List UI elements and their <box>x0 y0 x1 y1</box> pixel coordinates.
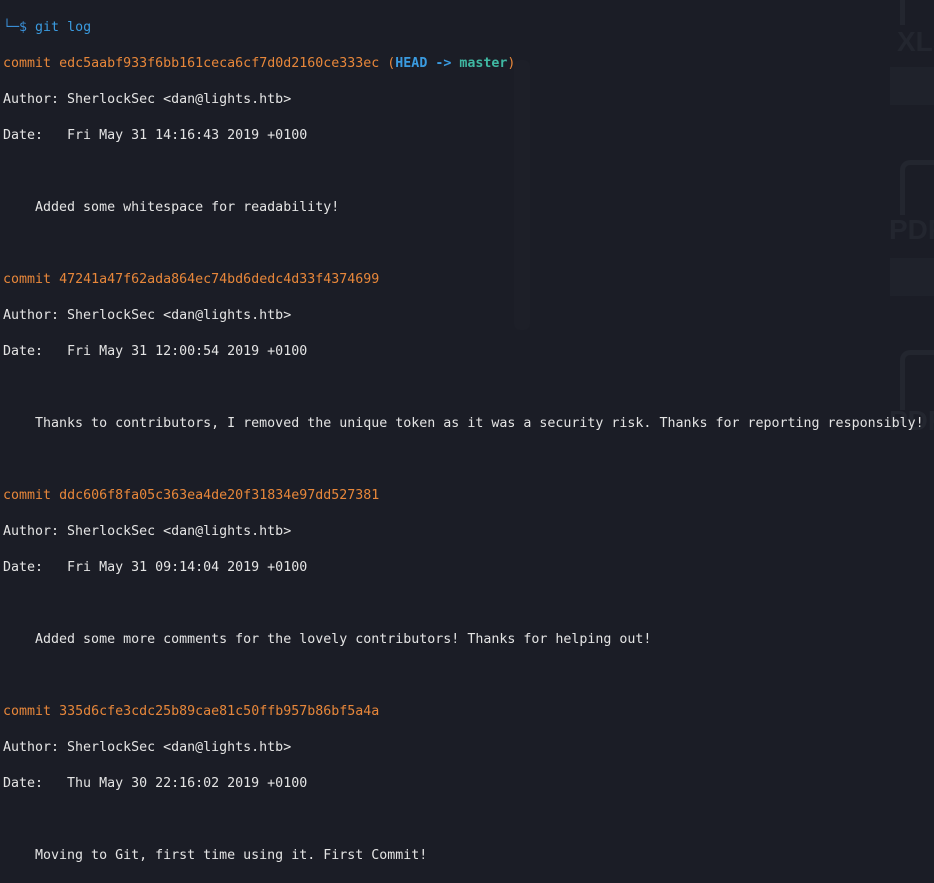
command: git log <box>35 20 92 35</box>
commit-hash: edc5aabf933f6bb161ceca6cf7d0d2160ce333ec <box>59 56 380 71</box>
commit-hash: 335d6cfe3cdc25b89cae81c50ffb957b86bf5a4a <box>59 704 380 719</box>
commit-hash: ddc606f8fa05c363ea4de20f31834e97dd527381 <box>59 488 380 503</box>
commit-line: commit 47241a47f62ada864ec74bd6dedc4d33f… <box>3 271 924 289</box>
commit-message: Thanks to contributors, I removed the un… <box>3 416 924 431</box>
date-line: Date: Fri May 31 09:14:04 2019 +0100 <box>3 560 308 575</box>
author-line: Author: SherlockSec <dan@lights.htb> <box>3 308 292 323</box>
author-line: Author: SherlockSec <dan@lights.htb> <box>3 524 292 539</box>
ref-paren: ( <box>379 56 396 71</box>
commit-message: Added some whitespace for readability! <box>3 200 340 215</box>
commit-line: commit edc5aabf933f6bb161ceca6cf7d0d2160… <box>3 55 924 73</box>
commit-message: Moving to Git, first time using it. Firs… <box>3 848 428 863</box>
date-line: Date: Fri May 31 14:16:43 2019 +0100 <box>3 128 308 143</box>
head-ref: HEAD <box>395 56 428 71</box>
commit-label: commit <box>3 272 52 287</box>
branch-ref: master <box>459 56 508 71</box>
commit-label: commit <box>3 704 52 719</box>
commit-line: commit 335d6cfe3cdc25b89cae81c50ffb957b8… <box>3 703 924 721</box>
ref-arrow: -> <box>427 56 460 71</box>
prompt-line: └─$ git log <box>3 19 924 37</box>
commit-hash: 47241a47f62ada864ec74bd6dedc4d33f4374699 <box>59 272 380 287</box>
prompt-symbol: └─$ <box>3 20 28 35</box>
date-line: Date: Fri May 31 12:00:54 2019 +0100 <box>3 344 308 359</box>
commit-label: commit <box>3 488 52 503</box>
date-line: Date: Thu May 30 22:16:02 2019 +0100 <box>3 776 308 791</box>
commit-message: Added some more comments for the lovely … <box>3 632 652 647</box>
author-line: Author: SherlockSec <dan@lights.htb> <box>3 740 292 755</box>
author-line: Author: SherlockSec <dan@lights.htb> <box>3 92 292 107</box>
commit-line: commit ddc606f8fa05c363ea4de20f31834e97d… <box>3 487 924 505</box>
ref-paren: ) <box>507 56 516 71</box>
commit-label: commit <box>3 56 52 71</box>
terminal-output[interactable]: └─$ git log commit edc5aabf933f6bb161cec… <box>3 1 924 883</box>
